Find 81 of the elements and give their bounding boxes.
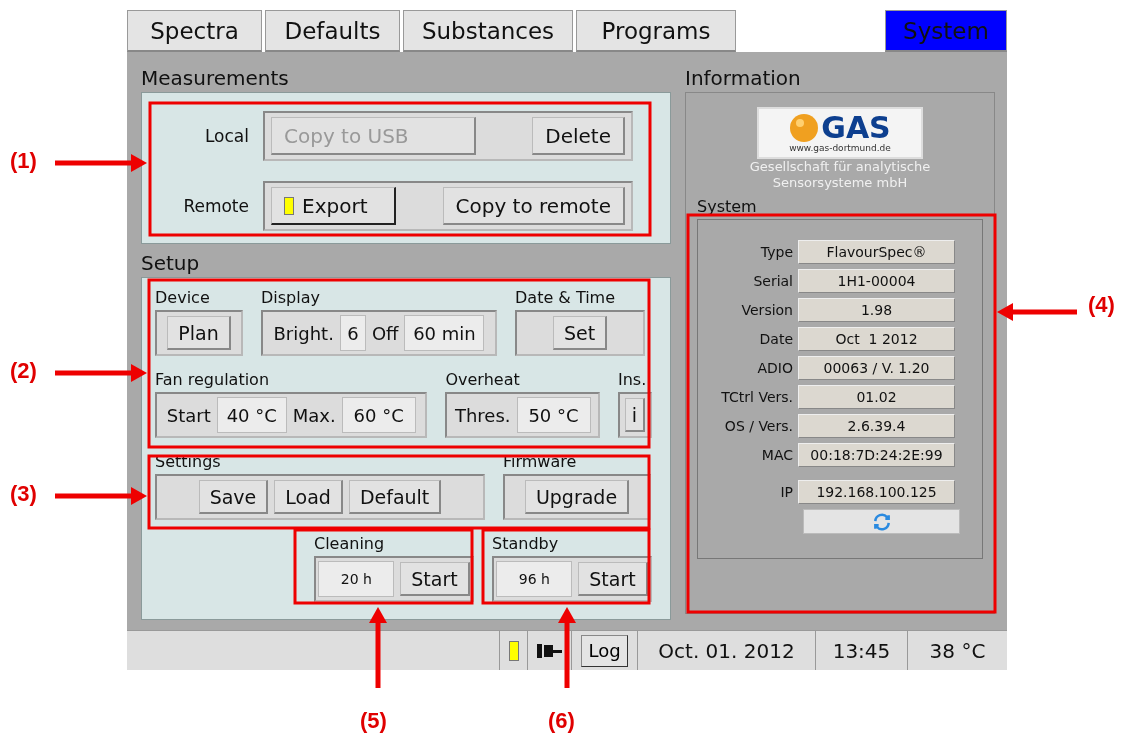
settings-button[interactable]: Load: [274, 480, 343, 514]
tab[interactable]: Programs: [576, 10, 736, 52]
info-button[interactable]: i: [624, 398, 646, 432]
logo-text: GAS: [821, 113, 891, 143]
refresh-button[interactable]: [803, 509, 960, 534]
start-button[interactable]: Start: [578, 562, 648, 596]
info-label: Type: [759, 244, 794, 260]
row-label: Remote: [182, 196, 249, 216]
value-field[interactable]: 6: [339, 315, 366, 351]
plan-button[interactable]: Plan: [167, 316, 231, 350]
duration-field[interactable]: 20 h: [318, 561, 395, 597]
tab[interactable]: Spectra: [127, 10, 262, 52]
value-field[interactable]: 40 °C: [216, 397, 287, 433]
annotation-label: (5): [360, 708, 387, 734]
log-button[interactable]: Log: [581, 634, 628, 667]
refresh-icon: [871, 511, 892, 532]
info-value: 00:18:7D:24:2E:99: [798, 443, 955, 467]
field-label: Off: [371, 322, 399, 344]
settings-button[interactable]: Save: [198, 480, 269, 514]
value-field[interactable]: 60 °C: [341, 397, 416, 433]
logo-url: www.gas-dortmund.de: [789, 143, 891, 153]
info-value: 00063 / V. 1.20: [798, 356, 955, 380]
group-title: Device: [155, 288, 211, 309]
field-label: Start: [166, 404, 211, 426]
value-field[interactable]: 60 min: [404, 315, 485, 351]
status-date: Oct. 01. 2012: [637, 631, 815, 670]
field-label: Max.: [292, 404, 336, 426]
settings-button[interactable]: Default: [348, 480, 442, 514]
info-label: Serial: [752, 273, 794, 289]
led-icon: [508, 640, 519, 661]
info-label: MAC: [760, 447, 794, 463]
section-heading: Measurements: [141, 65, 290, 92]
action-button[interactable]: Copy to remote: [442, 187, 625, 225]
group-title: Display: [261, 288, 321, 309]
field-label: Bright.: [273, 322, 334, 344]
info-value: 1.98: [798, 298, 955, 322]
info-label: TCtrl Vers.: [720, 389, 794, 405]
info-label: IP: [779, 484, 794, 500]
group-title: Standby: [492, 534, 560, 555]
tab[interactable]: Substances: [403, 10, 573, 52]
status-time: 13:45: [815, 631, 907, 670]
tab[interactable]: Defaults: [265, 10, 400, 52]
status-temperature: 38 °C: [907, 631, 1007, 670]
group-title: Cleaning: [314, 534, 386, 555]
group-title: Date & Time: [515, 288, 617, 309]
info-value: 192.168.100.125: [798, 480, 955, 504]
annotation-label: (3): [10, 481, 37, 507]
start-button[interactable]: Start: [400, 562, 470, 596]
action-button[interactable]: Delete: [532, 117, 625, 155]
led-icon: [284, 196, 294, 215]
info-value: 2.6.39.4: [798, 414, 955, 438]
row-label: Local: [203, 126, 249, 146]
group-title: Firmware: [503, 452, 578, 473]
plug-icon: [536, 642, 563, 659]
group-title: Ins.: [618, 370, 648, 391]
upgrade-button[interactable]: Upgrade: [524, 480, 630, 514]
info-label: ADIO: [756, 360, 794, 376]
annotation-label: (1): [10, 148, 37, 174]
company-name: Gesellschaft für analytische: [749, 159, 931, 175]
info-label: Date: [758, 331, 794, 347]
info-value: 01.02: [798, 385, 955, 409]
info-value: 1H1-00004: [798, 269, 955, 293]
group-title: Overheat: [445, 370, 521, 391]
info-value: Oct 1 2012: [798, 327, 955, 351]
section-heading: Information: [685, 65, 802, 92]
annotation-label: (6): [548, 708, 575, 734]
group-title: Fan regulation: [155, 370, 271, 391]
company-name: Sensorsysteme mbH: [772, 175, 908, 191]
export-button[interactable]: Export: [271, 187, 396, 225]
field-label: Thres.: [454, 404, 511, 426]
info-value: FlavourSpec®: [798, 240, 955, 264]
annotation-label: (4): [1088, 292, 1115, 318]
set-button[interactable]: Set: [552, 316, 608, 350]
annotation-label: (2): [10, 358, 37, 384]
section-heading: Setup: [141, 250, 201, 277]
info-label: OS / Vers.: [723, 418, 794, 434]
group-title: System: [697, 197, 758, 218]
value-field[interactable]: 50 °C: [516, 397, 591, 433]
duration-field[interactable]: 96 h: [496, 561, 573, 597]
info-label: Version: [740, 302, 794, 318]
ball-icon: [789, 113, 820, 143]
